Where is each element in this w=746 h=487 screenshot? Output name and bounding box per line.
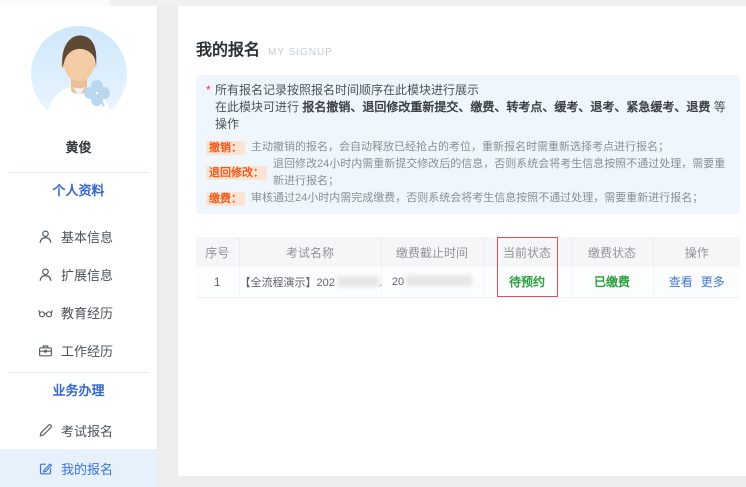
sidebar-divider — [8, 172, 149, 173]
sidebar-section-profile: 个人资料 — [0, 181, 157, 201]
cell-index: 1 — [196, 267, 239, 297]
cell-deadline: 20 — [381, 267, 483, 297]
main-panel: 我的报名 MY SIGNUP *所有报名记录按照报名时间顺序在此模块进行展示 在… — [178, 6, 746, 476]
notice-box: *所有报名记录按照报名时间顺序在此模块进行展示 在此模块可进行 报名撤销、退回修… — [196, 75, 740, 214]
edit-doc-icon — [38, 461, 53, 476]
tip-cancel-text: 主动撤销的报名，会自动释放已经抢占的考位，重新报名时需重新选择考点进行报名； — [251, 139, 669, 156]
tip-cancel-badge: 撤销： — [206, 141, 245, 155]
col-header-current-status: 当前状态 — [483, 237, 571, 267]
user-icon — [38, 229, 53, 244]
page-header: 我的报名 MY SIGNUP — [196, 36, 740, 58]
sidebar-item-work[interactable]: 工作经历 — [0, 331, 157, 369]
pay-status-badge: 已缴费 — [594, 275, 630, 289]
tip-return-modify-text: 退回修改24小时内需重新提交修改后的信息，否则系统会将考生信息按照不通过处理，需… — [273, 156, 730, 190]
sidebar-item-label: 我的报名 — [61, 459, 113, 478]
table-header-row: 序号 考试名称 缴费截止时间 当前状态 缴费状态 操作 — [196, 237, 740, 267]
redacted-exam-name — [337, 276, 379, 287]
sidebar-item-label: 基本信息 — [61, 227, 113, 246]
cell-current-status: 待预约 — [483, 267, 571, 297]
sidebar-divider — [8, 372, 149, 373]
briefcase-icon — [38, 343, 53, 358]
col-header-operations: 操作 — [653, 237, 740, 267]
notice-line-2: 在此模块可进行 报名撤销、退回修改重新提交、缴费、转考点、缓考、退考、紧急缓考、… — [206, 99, 730, 133]
redacted-deadline — [406, 275, 472, 286]
sidebar-item-my-signup[interactable]: 我的报名 — [0, 449, 157, 487]
sidebar: 黄俊 个人资料 基本信息 扩展信息 — [0, 6, 157, 476]
table-row: 1 【全流程演示】202. 20 待预约 已缴费 查看更多 — [196, 267, 740, 297]
sidebar-item-extended-info[interactable]: 扩展信息 — [0, 255, 157, 293]
signup-table: 序号 考试名称 缴费截止时间 当前状态 缴费状态 操作 1 【全流程演示】202… — [196, 237, 740, 298]
sidebar-item-education[interactable]: 教育经历 — [0, 293, 157, 331]
avatar — [31, 26, 127, 122]
sidebar-item-label: 考试报名 — [61, 421, 113, 440]
more-link[interactable]: 更多 — [701, 275, 725, 289]
cell-pay-status: 已缴费 — [571, 267, 653, 297]
col-header-index: 序号 — [196, 237, 239, 267]
tip-return-modify: 退回修改： 退回修改24小时内需重新提交修改后的信息，否则系统会将考生信息按照不… — [206, 156, 730, 190]
sidebar-item-label: 工作经历 — [61, 341, 113, 360]
user-icon — [38, 267, 53, 282]
tip-payment: 缴费： 审核通过24小时内需完成缴费，否则系统会将考生信息按照不通过处理，需要重… — [206, 190, 730, 207]
tip-payment-text: 审核通过24小时内需完成缴费，否则系统会将考生信息按照不通过处理，需要重新进行报… — [251, 190, 703, 207]
sidebar-section-business: 业务办理 — [0, 381, 157, 401]
col-header-exam-name: 考试名称 — [239, 237, 381, 267]
tip-cancel: 撤销： 主动撤销的报名，会自动释放已经抢占的考位，重新报名时需重新选择考点进行报… — [206, 139, 730, 156]
col-header-pay-status: 缴费状态 — [571, 237, 653, 267]
status-badge: 待预约 — [509, 275, 545, 289]
sidebar-item-label: 教育经历 — [61, 303, 113, 322]
page-title: 我的报名 — [196, 36, 260, 60]
cell-exam-name: 【全流程演示】202. — [239, 267, 381, 297]
sidebar-item-basic-info[interactable]: 基本信息 — [0, 217, 157, 255]
pen-icon — [38, 423, 53, 438]
page-subtitle: MY SIGNUP — [268, 47, 333, 58]
tip-return-modify-badge: 退回修改： — [206, 166, 267, 180]
col-header-deadline: 缴费截止时间 — [381, 237, 483, 267]
notice-bold-operations: 报名撤销、退回修改重新提交、缴费、转考点、缓考、退考、紧急缓考、退费 — [302, 100, 710, 114]
tip-payment-badge: 缴费： — [206, 192, 245, 206]
sidebar-item-exam-signup[interactable]: 考试报名 — [0, 411, 157, 449]
notice-line-1: *所有报名记录按照报名时间顺序在此模块进行展示 — [206, 82, 730, 99]
user-name: 黄俊 — [0, 137, 157, 156]
glasses-icon — [38, 305, 53, 320]
sidebar-item-label: 扩展信息 — [61, 265, 113, 284]
notice-tips: 撤销： 主动撤销的报名，会自动释放已经抢占的考位，重新报名时需重新选择考点进行报… — [206, 139, 730, 207]
required-asterisk: * — [206, 82, 211, 99]
avatar-illustration — [31, 26, 127, 122]
cell-operations: 查看更多 — [653, 267, 740, 297]
sidebar-menu-profile: 基本信息 扩展信息 教育经历 — [0, 217, 157, 369]
view-link[interactable]: 查看 — [669, 275, 693, 289]
